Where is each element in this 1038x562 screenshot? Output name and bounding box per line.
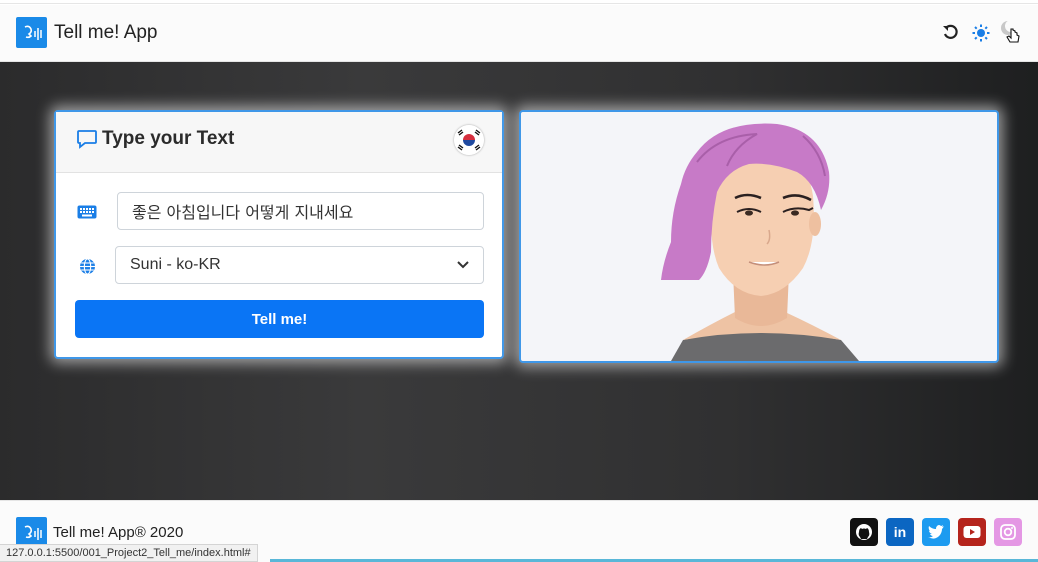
text-row: [76, 201, 98, 223]
browser-top-edge: [0, 0, 1038, 4]
text-input-card: Type your Text 좋은 아침입니다 어떻게 지내세요 Suni - …: [54, 110, 504, 359]
voice-row: [76, 255, 98, 277]
card-title-text: Type your Text: [102, 128, 235, 149]
browser-status-url: 127.0.0.1:5500/001_Project2_Tell_me/inde…: [0, 544, 258, 562]
avatar-illustration: [661, 123, 859, 361]
avatar-card: [519, 110, 999, 363]
globe-icon: [76, 255, 98, 277]
instagram-icon[interactable]: [994, 518, 1022, 546]
twitter-icon[interactable]: [922, 518, 950, 546]
footer-copyright: Tell me! App® 2020: [53, 524, 184, 541]
brand-title: Tell me! App: [54, 21, 158, 43]
main-area: Type your Text 좋은 아침입니다 어떻게 지내세요 Suni - …: [0, 62, 1038, 500]
chat-icon: [77, 130, 97, 149]
tell-me-button[interactable]: Tell me!: [75, 300, 484, 338]
app-logo-icon: [16, 17, 47, 48]
moon-icon[interactable]: [1000, 20, 1022, 44]
youtube-icon[interactable]: [958, 518, 986, 546]
card-header: Type your Text: [56, 112, 502, 173]
korea-flag-icon: [454, 125, 484, 155]
navbar-actions: [932, 20, 1022, 44]
card-title: Type your Text: [76, 128, 234, 150]
voice-select[interactable]: Suni - ko-KR: [115, 246, 484, 284]
github-icon[interactable]: [850, 518, 878, 546]
reset-icon[interactable]: [940, 22, 962, 44]
social-links: in: [842, 518, 1022, 546]
text-input[interactable]: [117, 192, 484, 230]
chevron-down-icon: [457, 261, 469, 269]
navbar: Tell me! App: [0, 5, 1038, 62]
navbar-brand[interactable]: Tell me! App: [16, 17, 158, 48]
voice-select-value: Suni - ko-KR: [130, 256, 221, 273]
keyboard-icon: [76, 201, 98, 223]
linkedin-icon[interactable]: in: [886, 518, 914, 546]
sun-icon[interactable]: [970, 22, 992, 44]
